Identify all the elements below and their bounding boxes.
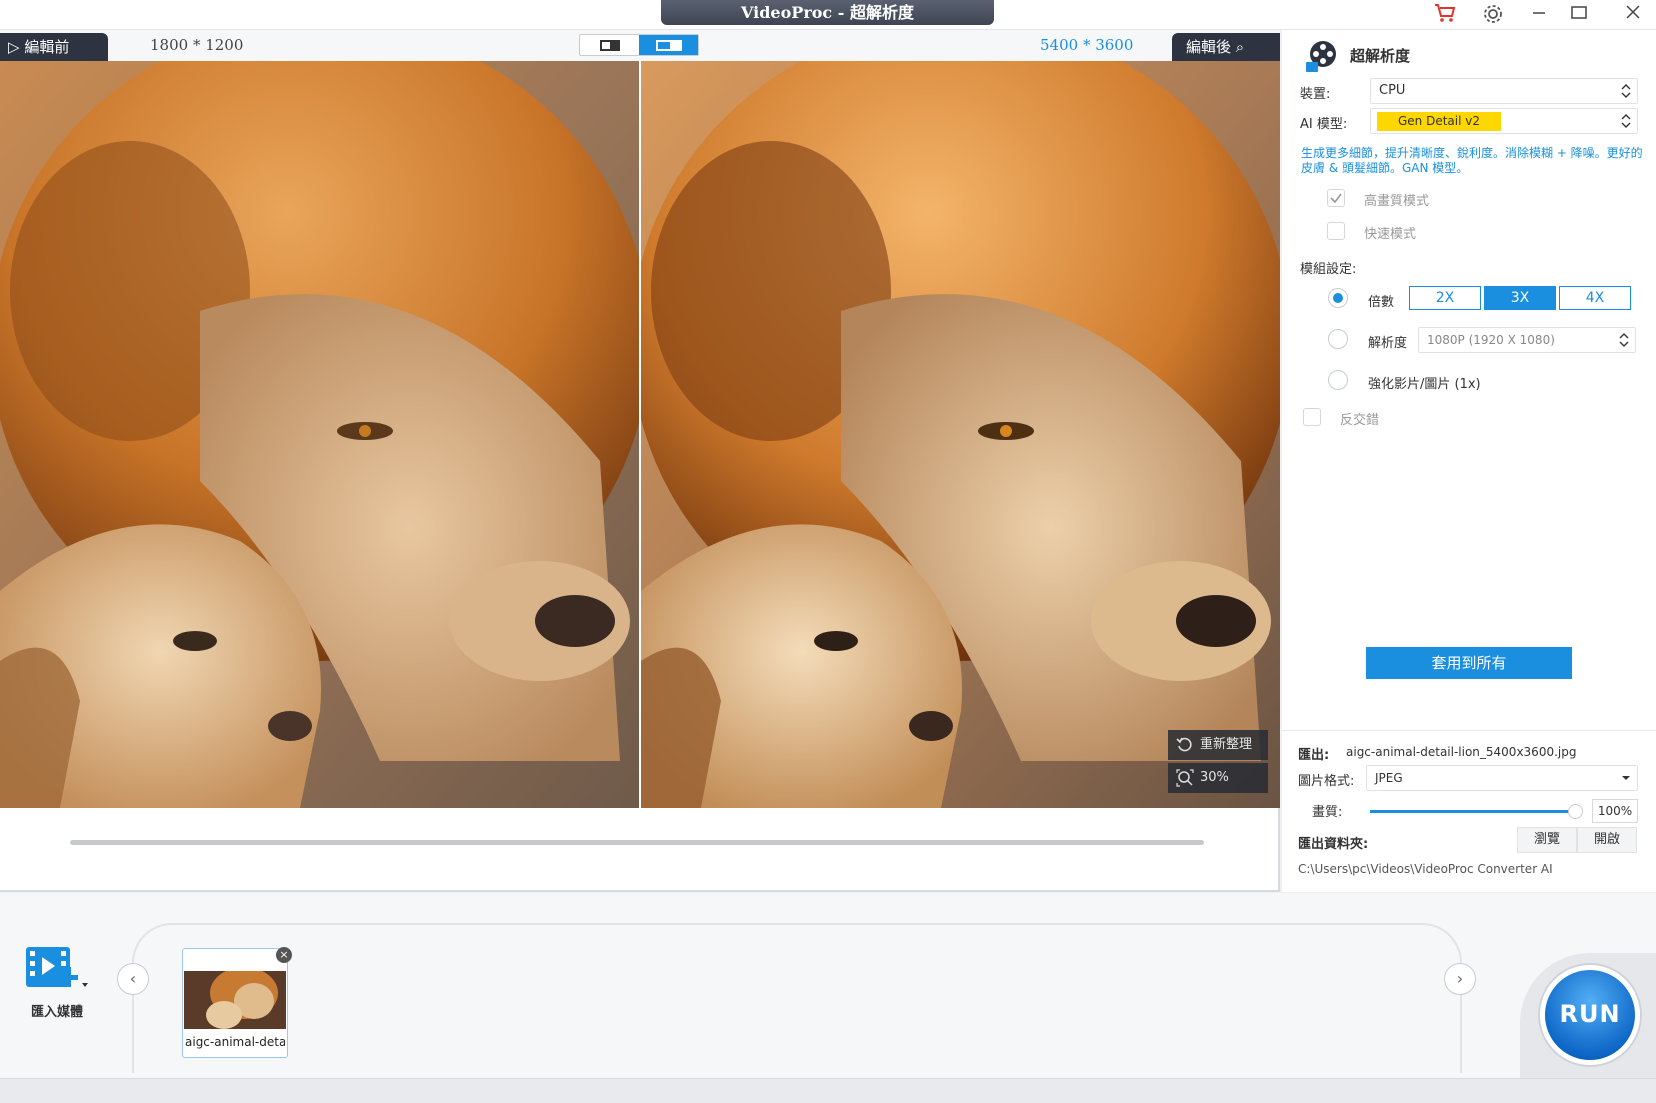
add-video-icon (26, 947, 88, 987)
export-section: 匯出: aigc-animal-detail-lion_5400x3600.jp… (1282, 730, 1656, 892)
remove-media-icon[interactable]: × (276, 947, 292, 963)
high-quality-checkbox[interactable] (1327, 189, 1345, 207)
resolution-select[interactable]: 1080P (1920 X 1080) (1418, 327, 1636, 353)
model-value: Gen Detail v2 (1377, 112, 1501, 131)
settings-gear-icon[interactable] (1476, 3, 1510, 27)
chevron-updown-icon (1621, 84, 1631, 98)
after-tab[interactable]: 編輯後 ⌕ (1172, 33, 1280, 61)
enhance-radio[interactable] (1328, 370, 1348, 390)
output-label: 匯出: (1298, 748, 1330, 763)
chevron-down-icon (1622, 776, 1630, 780)
single-view-button[interactable] (580, 35, 639, 55)
cart-icon[interactable] (1428, 3, 1462, 27)
thumbnail-image (184, 971, 286, 1029)
scale-2x-button[interactable]: 2X (1409, 286, 1481, 310)
model-label: AI 模型: (1300, 117, 1348, 132)
scroll-left-button[interactable]: ‹ (117, 963, 149, 995)
after-image[interactable] (641, 61, 1280, 808)
model-select[interactable]: Gen Detail v2 (1370, 108, 1638, 134)
apply-to-all-button[interactable]: 套用到所有 (1366, 647, 1572, 679)
high-quality-label: 高畫質模式 (1364, 194, 1430, 209)
panel-title: 超解析度 (1350, 47, 1411, 65)
run-button[interactable]: RUN (1540, 965, 1640, 1065)
quality-label: 畫質: (1312, 805, 1343, 820)
device-select[interactable]: CPU (1370, 78, 1638, 104)
format-select[interactable]: JPEG (1366, 765, 1638, 791)
quality-slider-track[interactable] (1370, 810, 1576, 813)
resolution-value: 1080P (1920 X 1080) (1427, 333, 1555, 347)
status-bar (0, 1078, 1656, 1103)
scale-4x-button[interactable]: 4X (1559, 286, 1631, 310)
import-media-button[interactable]: 匯入媒體 (22, 943, 92, 1020)
zoom-fit-icon (1176, 769, 1194, 787)
resolution-label: 解析度 (1368, 336, 1408, 351)
refresh-icon (1176, 737, 1192, 752)
media-thumbnail[interactable]: aigc-animal-detai × (182, 947, 292, 1058)
split-view-icon (655, 39, 682, 51)
before-tab[interactable]: ▷ 編輯前 (0, 33, 108, 61)
fast-mode-checkbox[interactable] (1327, 222, 1345, 240)
film-reel-icon (1306, 41, 1336, 72)
single-view-icon (599, 39, 620, 51)
before-resolution: 1800 * 1200 (150, 36, 244, 54)
preview-area: ▷ 編輯前 1800 * 1200 5400 * 3600 編輯後 ⌕ 重新整理… (0, 30, 1280, 892)
deinterlace-label: 反交錯 (1340, 413, 1380, 428)
model-description: 生成更多細節，提升清晰度、銳利度。消除模糊 + 降噪。更好的皮膚 & 頭髮細節。… (1301, 146, 1643, 175)
before-label: 編輯前 (24, 38, 70, 56)
play-icon: ▷ (8, 38, 20, 56)
folder-path: C:\Users\pc\Videos\VideoProc Converter A… (1298, 862, 1553, 876)
zoom-level: 30% (1200, 770, 1229, 785)
after-resolution: 5400 * 3600 (1040, 36, 1134, 54)
reset-label: 重新整理 (1200, 737, 1253, 752)
split-view-button[interactable] (639, 35, 698, 55)
preview-scrollbar[interactable] (70, 840, 1204, 845)
checkmark-icon (1330, 193, 1342, 204)
chevron-updown-icon (1621, 114, 1631, 128)
scale-label: 倍數 (1368, 295, 1395, 310)
import-media-label: 匯入媒體 (30, 1005, 83, 1020)
open-button[interactable]: 開啟 (1577, 827, 1637, 853)
folder-label: 匯出資料夾: (1298, 837, 1369, 852)
settings-panel: 超解析度 裝置: CPU AI 模型: Gen Detail v2 生成更多細節… (1282, 30, 1656, 892)
reset-button[interactable]: 重新整理 (1168, 730, 1268, 760)
maximize-icon[interactable] (1562, 3, 1596, 27)
output-filename[interactable]: aigc-animal-detail-lion_5400x3600.jpg (1346, 745, 1576, 759)
window-title: VideoProc - 超解析度 (661, 0, 994, 25)
before-image[interactable] (0, 61, 639, 808)
deinterlace-checkbox[interactable] (1303, 408, 1321, 426)
resolution-radio[interactable] (1328, 329, 1348, 349)
mode-settings-label: 模組設定: (1300, 262, 1357, 277)
enhance-label: 強化影片/圖片 (1x) (1368, 377, 1481, 392)
scale-3x-button[interactable]: 3X (1484, 286, 1556, 310)
browse-button[interactable]: 瀏覽 (1517, 827, 1577, 853)
title-bar: VideoProc - 超解析度 (0, 0, 1656, 30)
device-value: CPU (1379, 83, 1406, 98)
media-tray: 匯入媒體 ‹ › aigc-animal-detai × RUN (0, 893, 1656, 1078)
format-label: 圖片格式: (1298, 774, 1355, 789)
scroll-right-button[interactable]: › (1444, 963, 1476, 995)
quality-value[interactable]: 100% (1592, 799, 1638, 823)
zoom-button[interactable]: 30% (1168, 763, 1268, 793)
thumbnail-label: aigc-animal-detai (185, 1035, 285, 1049)
quality-slider-knob[interactable] (1568, 804, 1583, 819)
magnifier-icon: ⌕ (1235, 38, 1245, 56)
device-label: 裝置: (1300, 87, 1331, 102)
after-label: 編輯後 (1186, 38, 1232, 56)
minimize-icon[interactable] (1522, 3, 1556, 27)
fast-mode-label: 快速模式 (1364, 227, 1417, 242)
preview-header: ▷ 編輯前 1800 * 1200 5400 * 3600 編輯後 ⌕ (0, 30, 1280, 61)
media-lane (132, 923, 1462, 1073)
run-area: RUN (1520, 953, 1656, 1078)
close-icon[interactable] (1616, 3, 1650, 27)
view-mode-toggle (579, 34, 699, 56)
chevron-updown-icon (1619, 333, 1629, 347)
scale-radio[interactable] (1328, 288, 1348, 308)
format-value: JPEG (1375, 771, 1403, 785)
